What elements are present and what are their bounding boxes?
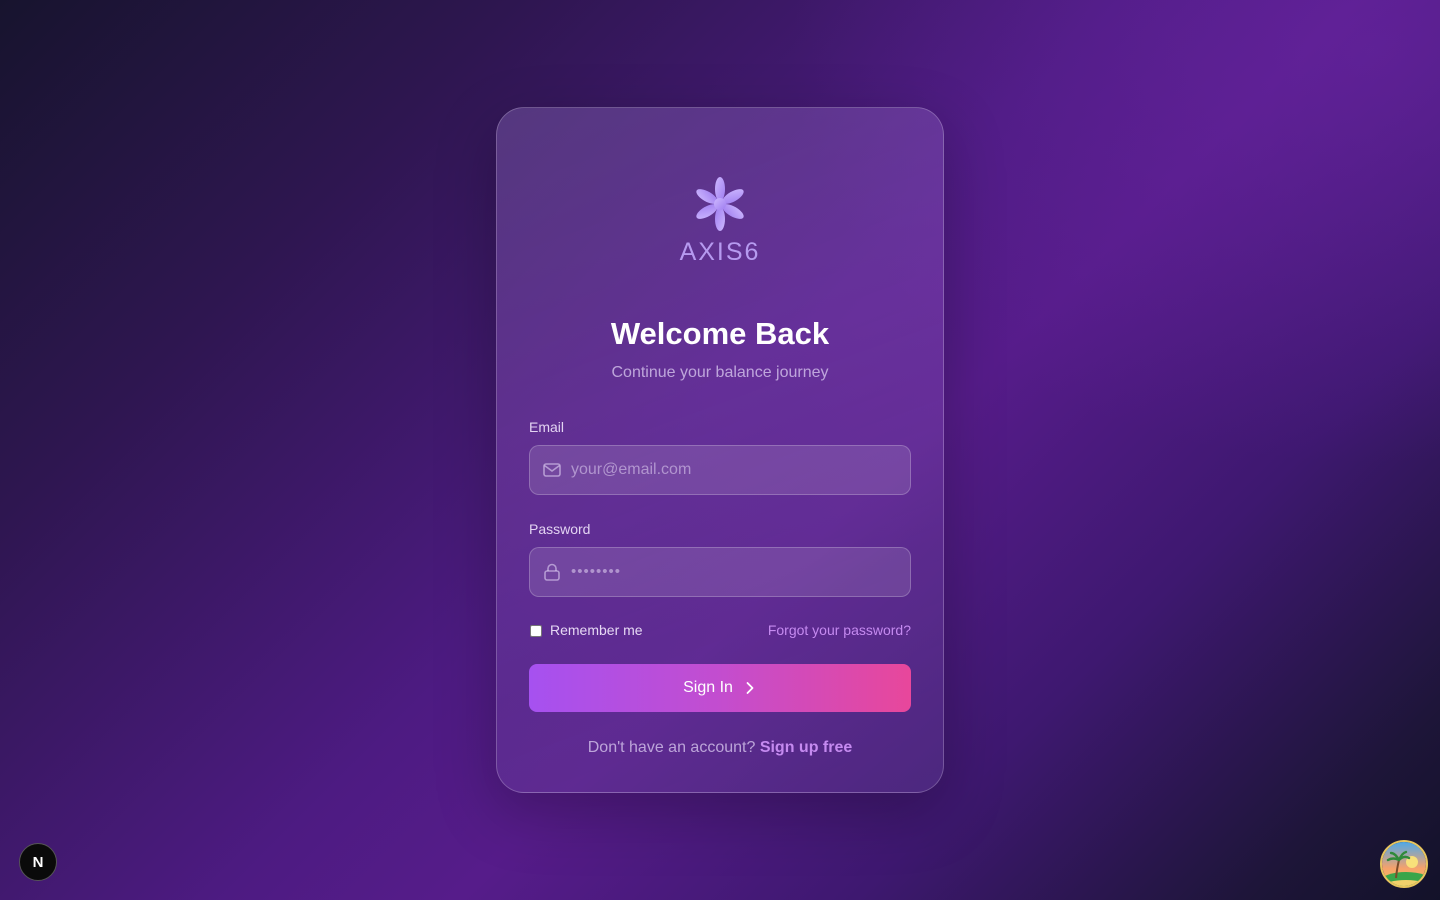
email-field[interactable]: your@email.com [529, 445, 911, 495]
signup-question: Don't have an account? [587, 739, 756, 756]
forgot-password-link[interactable]: Forgot your password? [768, 622, 911, 638]
login-card: AXIS6 Welcome Back Continue your balance… [496, 107, 944, 793]
mail-icon [543, 463, 561, 477]
lock-icon [544, 563, 560, 581]
beach-avatar-icon [1382, 842, 1426, 886]
password-field[interactable]: •••••••• [529, 547, 911, 597]
brand-name: AXIS6 [679, 238, 761, 266]
email-label: Email [529, 419, 565, 435]
sign-in-button[interactable]: Sign In [529, 664, 911, 712]
axis6-flower-icon [696, 177, 744, 231]
email-placeholder: your@email.com [571, 461, 692, 478]
signup-prompt: Don't have an account? Sign up free [497, 739, 943, 757]
avatar[interactable] [1380, 840, 1428, 888]
sign-in-label: Sign In [683, 679, 733, 696]
sign-up-link[interactable]: Sign up free [760, 739, 852, 756]
password-label: Password [529, 521, 591, 537]
page-subtitle: Continue your balance journey [611, 364, 829, 381]
remember-me-checkbox[interactable] [530, 625, 542, 637]
form-options-row: Remember me Forgot your password? [529, 621, 911, 641]
chevron-right-icon [746, 682, 754, 694]
brand-logo: AXIS6 [497, 172, 943, 267]
password-masked-value: •••••••• [571, 563, 622, 580]
dev-badge-letter: N [32, 853, 44, 871]
page-title: Welcome Back [610, 316, 830, 351]
dev-tools-badge[interactable]: N [19, 843, 57, 881]
remember-me-label[interactable]: Remember me [550, 622, 643, 638]
